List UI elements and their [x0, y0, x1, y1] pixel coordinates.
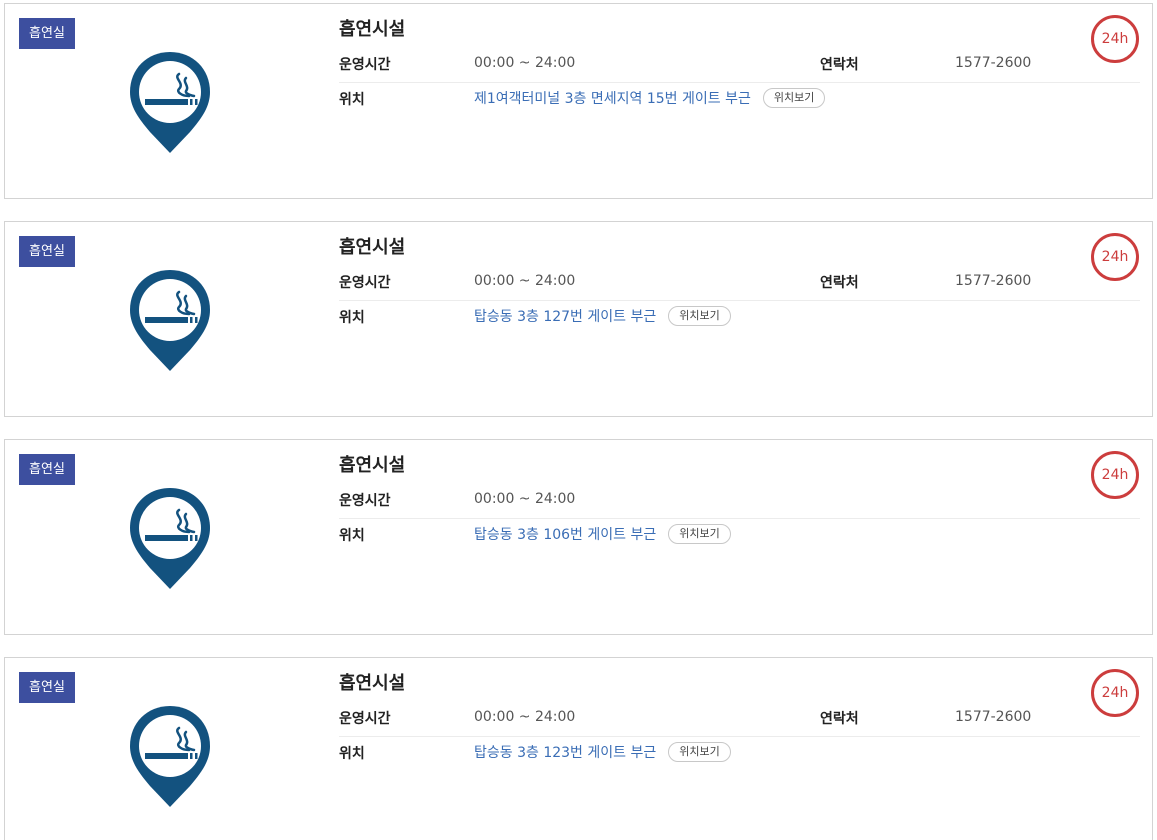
category-badge: 흡연실 — [19, 672, 75, 703]
24h-badge: 24h — [1091, 669, 1139, 717]
location-label: 위치 — [339, 310, 365, 326]
contact-label: 연락처 — [820, 275, 859, 291]
location-label: 위치 — [339, 92, 365, 108]
location-label: 위치 — [339, 746, 365, 762]
view-location-button[interactable]: 위치보기 — [762, 88, 826, 108]
location-link[interactable]: 탑승동 3층 127번 게이트 부근 — [474, 306, 656, 326]
location-row: 위치 탑승동 3층 127번 게이트 부근 위치보기 — [339, 300, 1140, 335]
hours-label: 운영시간 — [339, 493, 391, 509]
location-wrap: 제1여객터미널 3층 면세지역 15번 게이트 부근 위치보기 — [474, 88, 826, 108]
location-link[interactable]: 제1여객터미널 3층 면세지역 15번 게이트 부근 — [474, 88, 751, 108]
facility-card: 흡연실 흡연시설 운영시간 00:00 ~ 24:00 연락처 1577-260… — [4, 221, 1153, 417]
location-link[interactable]: 탑승동 3층 123번 게이트 부근 — [474, 742, 656, 762]
facility-card: 흡연실 흡연시설 운영시간 00:00 ~ 24:00 연락처 1577-260… — [4, 657, 1153, 840]
location-row: 위치 탑승동 3층 106번 게이트 부근 위치보기 — [339, 518, 1140, 553]
contact-value: 1577-2600 — [955, 709, 1032, 725]
contact-label: 연락처 — [820, 57, 859, 73]
category-badge: 흡연실 — [19, 236, 75, 267]
24h-badge: 24h — [1091, 451, 1139, 499]
location-row: 위치 탑승동 3층 123번 게이트 부근 위치보기 — [339, 736, 1140, 771]
hours-value: 00:00 ~ 24:00 — [474, 273, 576, 289]
24h-badge: 24h — [1091, 233, 1139, 281]
contact-value: 1577-2600 — [955, 273, 1032, 289]
location-wrap: 탑승동 3층 127번 게이트 부근 위치보기 — [474, 306, 731, 326]
hours-label: 운영시간 — [339, 275, 391, 291]
contact-value: 1577-2600 — [955, 55, 1032, 71]
hours-value: 00:00 ~ 24:00 — [474, 55, 576, 71]
facility-title: 흡연시설 — [339, 455, 406, 476]
24h-badge: 24h — [1091, 15, 1139, 63]
smoking-area-pin-icon — [130, 52, 210, 153]
category-badge: 흡연실 — [19, 18, 75, 49]
contact-label: 연락처 — [820, 711, 859, 727]
view-location-button[interactable]: 위치보기 — [668, 742, 731, 762]
location-wrap: 탑승동 3층 123번 게이트 부근 위치보기 — [474, 742, 731, 762]
hours-value: 00:00 ~ 24:00 — [474, 491, 576, 507]
hours-label: 운영시간 — [339, 57, 391, 73]
hours-value: 00:00 ~ 24:00 — [474, 709, 576, 725]
location-row: 위치 제1여객터미널 3층 면세지역 15번 게이트 부근 위치보기 — [339, 82, 1140, 117]
view-location-button[interactable]: 위치보기 — [668, 524, 731, 544]
facility-card: 흡연실 흡연시설 운영시간 00:00 ~ 24:00 위치 탑승동 3층 10… — [4, 439, 1153, 635]
facility-title: 흡연시설 — [339, 237, 406, 258]
facility-card: 흡연실 흡연시설 운영시간 00:00 ~ 24:00 연락처 1577-260… — [4, 3, 1153, 199]
hours-label: 운영시간 — [339, 711, 391, 727]
facility-title: 흡연시설 — [339, 19, 406, 40]
location-label: 위치 — [339, 528, 365, 544]
hours-row: 운영시간 00:00 ~ 24:00 연락처 1577-2600 — [339, 265, 1140, 301]
smoking-area-pin-icon — [130, 270, 210, 371]
hours-row: 운영시간 00:00 ~ 24:00 — [339, 483, 1140, 519]
view-location-button[interactable]: 위치보기 — [668, 306, 731, 326]
smoking-area-pin-icon — [130, 488, 210, 589]
category-badge: 흡연실 — [19, 454, 75, 485]
facility-title: 흡연시설 — [339, 673, 406, 694]
location-link[interactable]: 탑승동 3층 106번 게이트 부근 — [474, 524, 656, 544]
location-wrap: 탑승동 3층 106번 게이트 부근 위치보기 — [474, 524, 731, 544]
hours-row: 운영시간 00:00 ~ 24:00 연락처 1577-2600 — [339, 701, 1140, 737]
smoking-area-pin-icon — [130, 706, 210, 807]
hours-row: 운영시간 00:00 ~ 24:00 연락처 1577-2600 — [339, 47, 1140, 83]
facility-list: 흡연실 흡연시설 운영시간 00:00 ~ 24:00 연락처 1577-260… — [0, 0, 1157, 840]
